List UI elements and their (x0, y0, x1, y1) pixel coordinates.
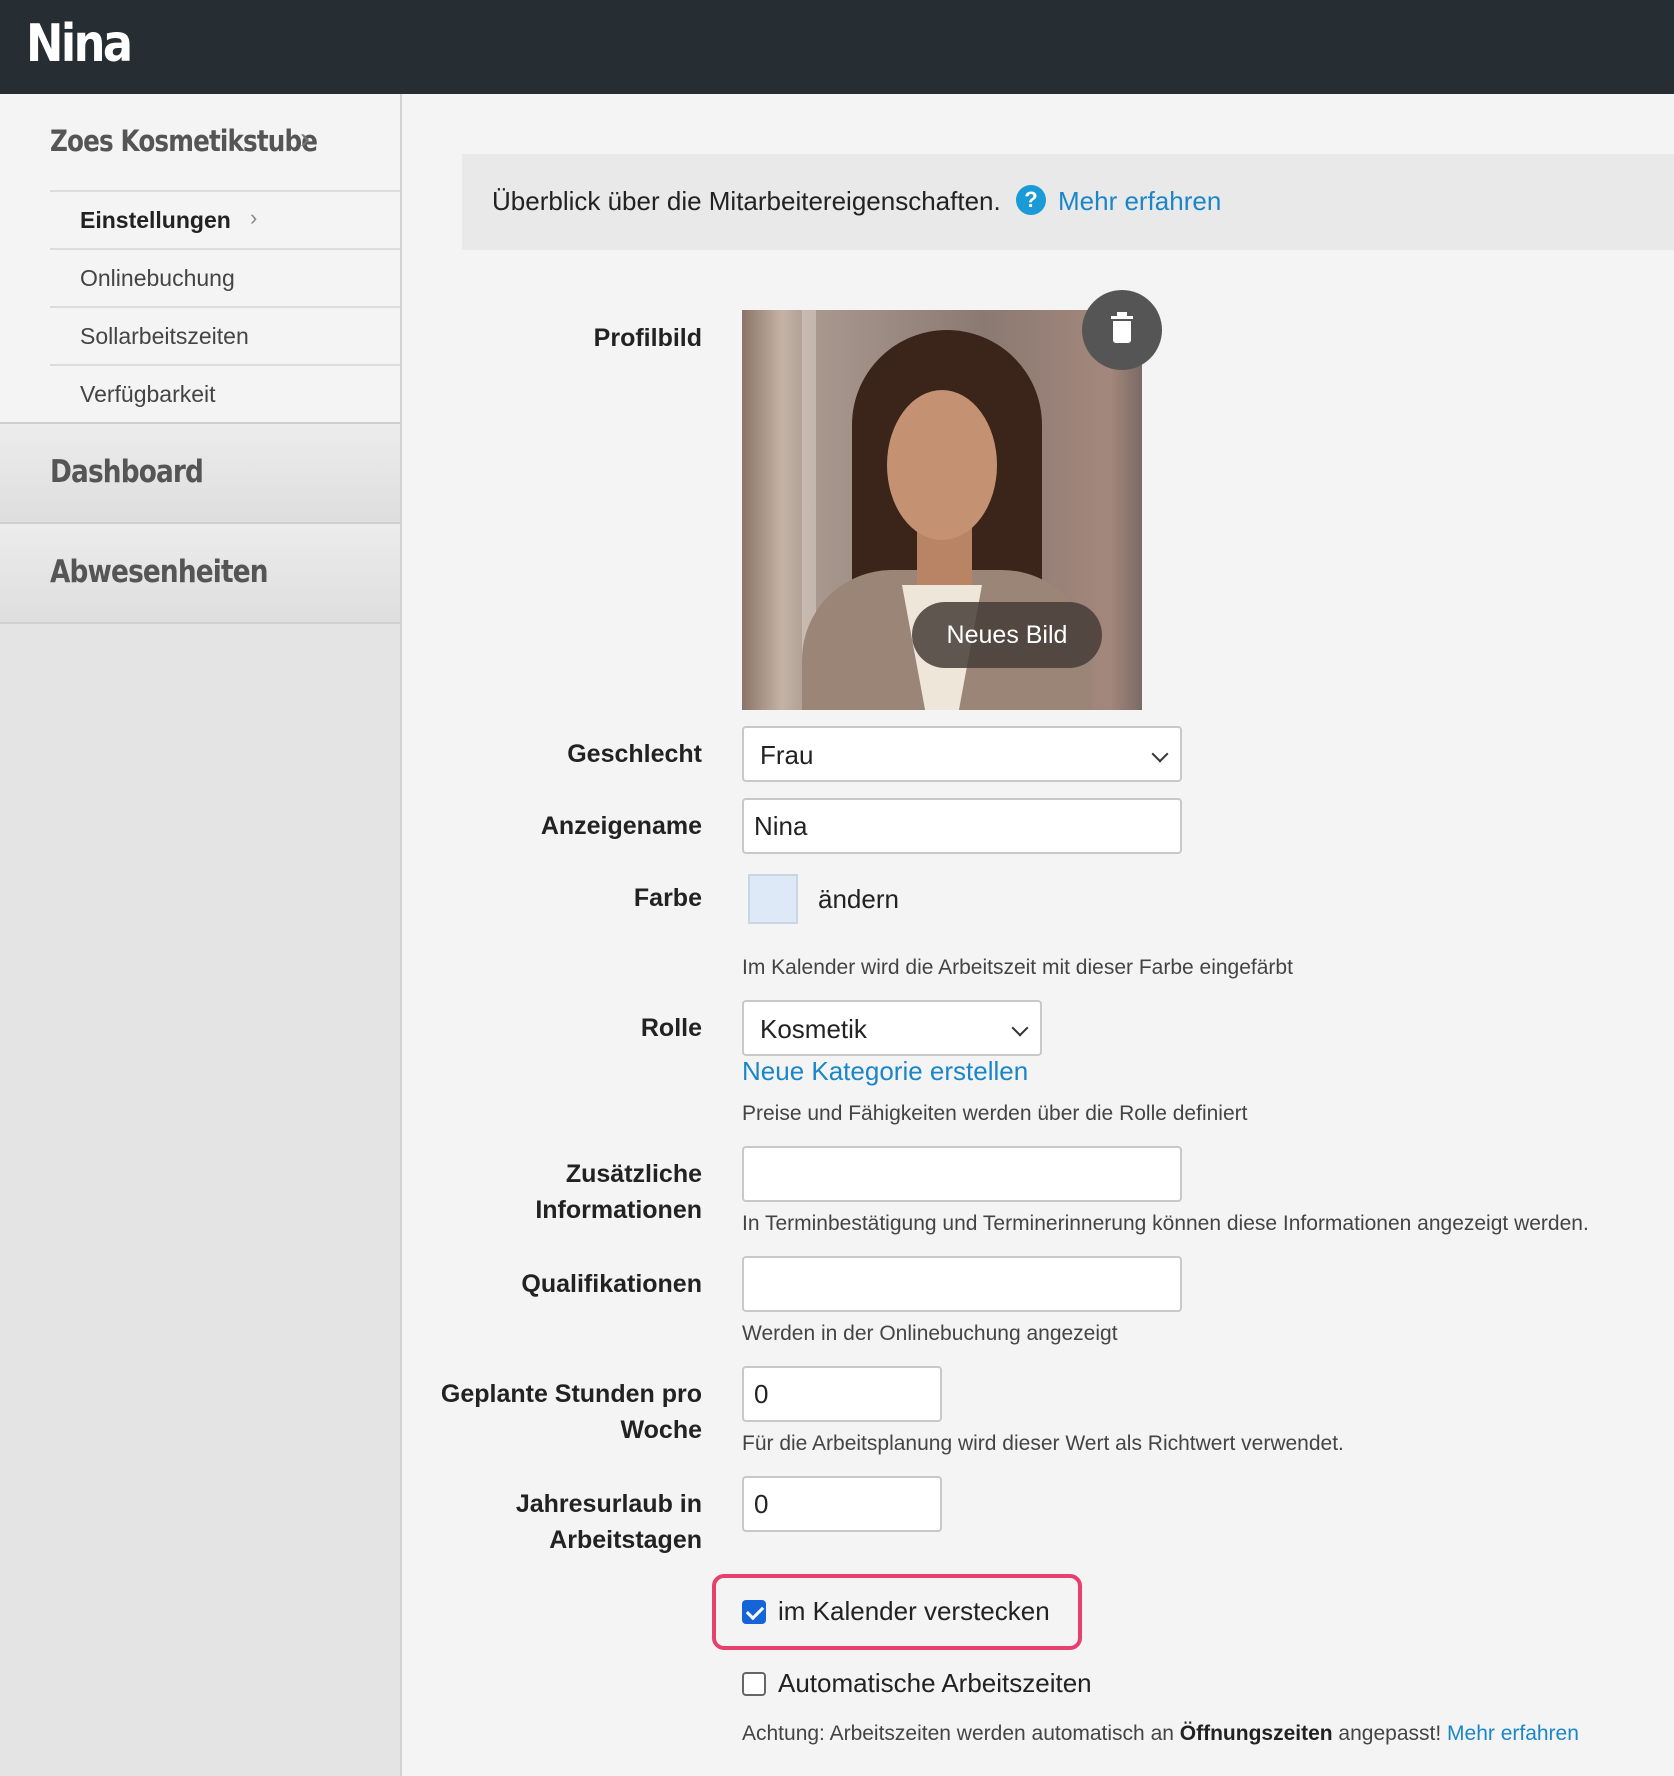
chevron-right-icon: › (300, 122, 310, 155)
vacation-input[interactable] (742, 1476, 942, 1532)
extra-info-input[interactable] (742, 1146, 1182, 1202)
new-image-button[interactable]: Neues Bild (912, 602, 1102, 668)
planned-hours-input[interactable] (742, 1366, 942, 1422)
auto-hours-label[interactable]: Automatische Arbeitszeiten (778, 1668, 1092, 1699)
role-select[interactable]: Kosmetik (742, 1000, 1042, 1056)
role-label: Rolle (640, 1014, 702, 1042)
chevron-down-icon (1011, 1019, 1029, 1037)
sidebar-item-label: Einstellungen (80, 207, 231, 233)
extra-info-label: Zusätzliche (565, 1160, 702, 1188)
qualifications-input[interactable] (742, 1256, 1182, 1312)
learn-more-link[interactable]: Mehr erfahren (1058, 186, 1221, 217)
sidebar-item-dashboard[interactable]: Dashboard (0, 422, 400, 524)
delete-image-button[interactable] (1082, 290, 1162, 370)
chevron-right-icon: › (250, 205, 258, 230)
color-help-text: Im Kalender wird die Arbeitszeit mit die… (742, 956, 1293, 979)
profile-image: Neues Bild (742, 310, 1142, 710)
sidebar-item-label: Sollarbeitszeiten (80, 323, 249, 349)
sidebar: Zoes Kosmetikstube › Einstellungen › Onl… (0, 94, 402, 1776)
planned-hours-label: Geplante Stunden pro (440, 1380, 702, 1408)
role-value: Kosmetik (760, 1014, 867, 1044)
vacation-label-2: Arbeitstagen (549, 1526, 702, 1554)
question-circle-icon[interactable]: ? (1016, 185, 1046, 215)
sidebar-item-sollarbeitszeiten[interactable]: Sollarbeitszeiten (50, 306, 400, 365)
gender-label: Geschlecht (567, 740, 702, 768)
planned-hours-label-2: Woche (620, 1416, 703, 1444)
display-name-label: Anzeigename (540, 812, 702, 840)
sidebar-item-label: Abwesenheiten (50, 554, 268, 590)
sidebar-item-abwesenheiten[interactable]: Abwesenheiten (0, 522, 400, 624)
warning-bold: Öffnungszeiten (1179, 1722, 1333, 1745)
color-label: Farbe (633, 884, 702, 912)
auto-hours-warning: Achtung: Arbeitszeiten werden automatisc… (742, 1722, 1579, 1746)
info-text: Überblick über die Mitarbeitereigenschaf… (492, 186, 1001, 216)
hide-calendar-label[interactable]: im Kalender verstecken (778, 1596, 1050, 1627)
qualifications-help-text: Werden in der Onlinebuchung angezeigt (742, 1322, 1118, 1345)
gender-value: Frau (760, 740, 814, 770)
change-color-link[interactable]: ändern (818, 884, 899, 915)
top-header: Nina (0, 0, 1674, 94)
sidebar-item-label: Onlinebuchung (80, 265, 235, 291)
gender-select[interactable]: Frau (742, 726, 1182, 782)
chevron-down-icon (1151, 745, 1169, 763)
hide-calendar-checkbox[interactable] (742, 1600, 766, 1624)
warning-suffix: angepasst! (1332, 1722, 1448, 1745)
new-category-link[interactable]: Neue Kategorie erstellen (742, 1056, 1028, 1087)
sidebar-item-onlinebuchung[interactable]: Onlinebuchung (50, 248, 400, 307)
sidebar-brand-link[interactable]: Zoes Kosmetikstube (50, 124, 318, 158)
qualifications-label: Qualifikationen (521, 1270, 702, 1298)
color-swatch[interactable] (748, 874, 798, 924)
sidebar-item-einstellungen[interactable]: Einstellungen › (50, 190, 400, 249)
extra-info-help-text: In Terminbestätigung und Terminerinnerun… (742, 1212, 1589, 1235)
planned-hours-help-text: Für die Arbeitsplanung wird dieser Wert … (742, 1432, 1344, 1455)
role-help-text: Preise und Fähigkeiten werden über die R… (742, 1102, 1248, 1125)
page-title: Nina (26, 14, 133, 74)
sidebar-submenu-panel: Zoes Kosmetikstube › Einstellungen › Onl… (0, 94, 400, 422)
warning-learn-more-link[interactable]: Mehr erfahren (1447, 1722, 1579, 1745)
sidebar-item-label: Dashboard (50, 454, 204, 490)
sidebar-item-label: Verfügbarkeit (80, 381, 216, 407)
info-banner: Überblick über die Mitarbeitereigenschaf… (462, 154, 1674, 250)
warning-prefix: Achtung: Arbeitszeiten werden automatisc… (742, 1722, 1180, 1745)
auto-hours-checkbox[interactable] (742, 1672, 766, 1696)
profile-image-label: Profilbild (593, 324, 702, 352)
display-name-input[interactable] (742, 798, 1182, 854)
vacation-label: Jahresurlaub in (515, 1490, 702, 1518)
extra-info-label-2: Informationen (535, 1196, 702, 1224)
sidebar-item-verfuegbarkeit[interactable]: Verfügbarkeit (50, 364, 400, 423)
